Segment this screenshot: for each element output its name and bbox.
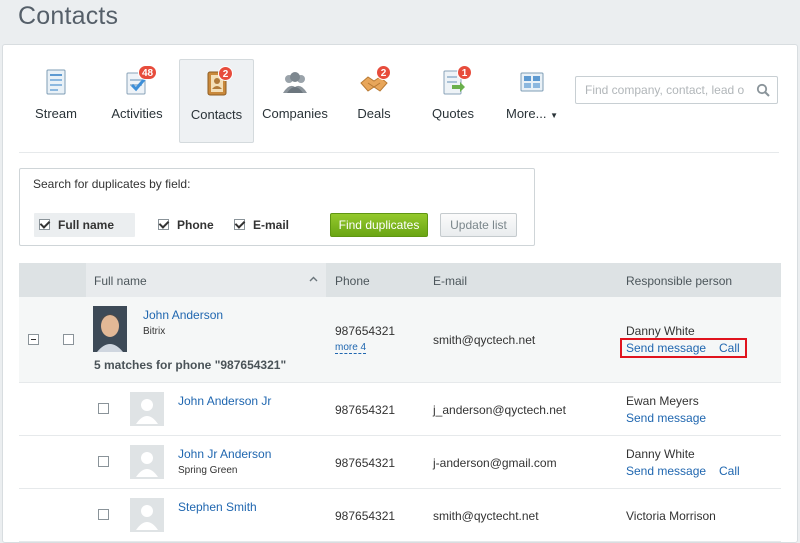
page-title: Contacts [18,2,119,30]
toolbar-item-label: Activities [111,106,163,121]
email-value: smith@qyctech.net [433,333,536,347]
row-checkbox[interactable] [98,456,109,467]
update-list-button[interactable]: Update list [440,213,517,237]
toolbar-item-label: Stream [35,106,77,121]
responsible-name: Victoria Morrison [626,509,716,523]
email-value: j-anderson@gmail.com [433,456,557,470]
toolbar-item-label: Quotes [432,106,474,121]
avatar-placeholder [130,498,164,532]
field-option-fullname[interactable]: Full name [34,213,135,237]
field-option-label: E-mail [253,218,290,232]
email-value: j_anderson@qyctech.net [433,403,566,417]
crm-toolbar: Stream 48 Activities 2 Contacts Companie… [3,45,797,155]
duplicate-search-title: Search for duplicates by field: [33,177,191,191]
email-value: smith@qyctecht.net [433,509,539,523]
column-header-email[interactable]: E-mail [433,274,467,288]
row-checkbox[interactable] [63,334,74,345]
toolbar-item-activities[interactable]: 48 Activities [104,59,170,141]
grid-header: Full name Phone E-mail Responsible perso… [19,263,781,297]
send-message-link[interactable]: Send message [626,411,706,425]
highlight-box [620,338,747,358]
sort-up-icon[interactable] [309,276,318,282]
companies-icon [283,72,307,93]
contact-company: Spring Green [178,465,238,476]
email-checkbox[interactable] [234,219,245,230]
fullname-checkbox[interactable] [39,219,50,230]
toolbar-item-label: Companies [262,106,328,121]
more-phones-link[interactable]: more 4 [335,342,367,354]
toolbar-item-deals[interactable]: 2 Deals [343,59,405,141]
table-row: John Jr Anderson Spring Green 987654321 … [19,436,781,489]
stream-icon [46,69,66,95]
phone-value: 987654321 [335,456,396,470]
search-input[interactable] [583,82,752,98]
duplicate-search-panel: Search for duplicates by field: Full nam… [19,168,535,246]
table-row: Stephen Smith 987654321 smith@qyctecht.n… [19,489,781,542]
phone-value: 987654321 [335,509,396,523]
toolbar-item-contacts[interactable]: 2 Contacts [179,59,254,143]
row-checkbox[interactable] [98,403,109,414]
quotes-badge: 1 [457,65,472,80]
more-icon [520,72,544,92]
call-link[interactable]: Call [719,464,740,478]
contact-name-link[interactable]: Stephen Smith [178,500,257,514]
toolbar-item-label: Deals [357,106,391,121]
toolbar-divider [19,152,779,153]
phone-checkbox[interactable] [158,219,169,230]
deals-badge: 2 [376,65,391,80]
contact-name-link[interactable]: John Jr Anderson [178,447,271,461]
matches-summary: 5 matches for phone "987654321" [94,358,287,372]
responsible-name: Danny White [626,447,695,461]
find-duplicates-button[interactable]: Find duplicates [330,213,428,237]
crm-panel: Stream 48 Activities 2 Contacts Companie… [2,44,798,543]
search-icon[interactable] [756,83,770,97]
activities-badge: 48 [138,65,158,80]
field-option-label: Full name [58,218,115,232]
field-option-email[interactable]: E-mail [234,213,304,237]
search-box[interactable] [575,76,778,104]
caret-down-icon: ▼ [550,111,558,120]
toolbar-item-companies[interactable]: Companies [259,59,331,141]
contact-photo [93,306,127,352]
toolbar-item-more[interactable]: More... ▼ [499,59,565,141]
responsible-name: Danny White [626,324,695,338]
column-header-responsible[interactable]: Responsible person [626,274,732,288]
toolbar-item-quotes[interactable]: 1 Quotes [421,59,485,141]
avatar-placeholder [130,392,164,426]
column-header-phone[interactable]: Phone [335,274,370,288]
phone-value: 987654321 [335,324,396,338]
phone-value: 987654321 [335,403,396,417]
send-message-link[interactable]: Send message [626,464,706,478]
column-header-fullname[interactable]: Full name [94,274,147,288]
contact-company: Bitrix [143,326,166,337]
field-option-label: Phone [177,218,214,232]
contacts-badge: 2 [218,66,233,81]
row-checkbox[interactable] [98,509,109,520]
toolbar-item-label: More... ▼ [505,106,558,121]
toolbar-item-label: Contacts [190,107,243,122]
field-option-phone[interactable]: Phone [158,213,228,237]
contact-name-link[interactable]: John Anderson [143,308,223,322]
avatar-placeholder [130,445,164,479]
table-row: John Anderson Jr 987654321 j_anderson@qy… [19,383,781,436]
responsible-name: Ewan Meyers [626,394,699,408]
toolbar-item-stream[interactable]: Stream [25,59,87,141]
collapse-toggle[interactable] [28,334,39,345]
contact-name-link[interactable]: John Anderson Jr [178,394,271,408]
